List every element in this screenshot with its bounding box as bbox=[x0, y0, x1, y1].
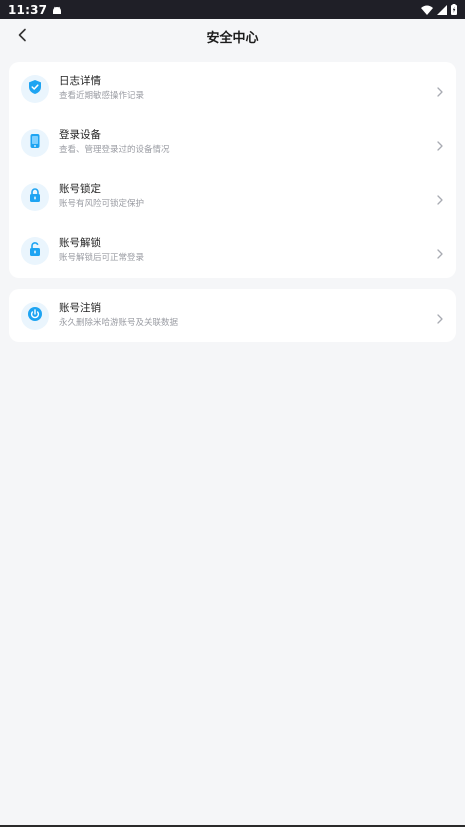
item-texts: 登录设备 查看、管理登录过的设备情况 bbox=[59, 128, 170, 156]
item-title: 账号解锁 bbox=[59, 237, 101, 249]
item-title: 日志详情 bbox=[59, 75, 101, 87]
item-texts: 账号注销 永久删除米哈游账号及关联数据 bbox=[59, 301, 178, 329]
menu-item-log-details[interactable]: 日志详情 查看近期敏感操作记录 bbox=[9, 62, 456, 116]
page-title: 安全中心 bbox=[206, 30, 259, 46]
shield-check-icon bbox=[27, 79, 43, 99]
menu-item-login-devices[interactable]: 登录设备 查看、管理登录过的设备情况 bbox=[9, 116, 456, 170]
status-time: 11:37 bbox=[8, 2, 48, 17]
item-title: 登录设备 bbox=[59, 129, 101, 141]
chevron-left-icon bbox=[17, 27, 27, 46]
status-right bbox=[421, 0, 457, 19]
item-subtitle: 永久删除米哈游账号及关联数据 bbox=[59, 318, 179, 328]
icon-wrap bbox=[21, 129, 49, 157]
item-subtitle: 查看近期敏感操作记录 bbox=[59, 91, 145, 101]
item-title: 账号注销 bbox=[59, 302, 101, 314]
status-bar: 11:37 bbox=[0, 0, 465, 19]
menu-item-account-unlock[interactable]: 账号解锁 账号解锁后可正常登录 bbox=[9, 224, 456, 278]
android-notification-icon bbox=[52, 0, 62, 19]
item-subtitle: 账号有风险可锁定保护 bbox=[59, 199, 145, 209]
item-texts: 账号锁定 账号有风险可锁定保护 bbox=[59, 182, 144, 210]
chevron-right-icon bbox=[436, 310, 444, 324]
chevron-right-icon bbox=[436, 191, 444, 205]
chevron-right-icon bbox=[436, 137, 444, 151]
signal-icon bbox=[437, 0, 447, 19]
menu-item-account-deletion[interactable]: 账号注销 永久删除米哈游账号及关联数据 bbox=[9, 289, 456, 342]
wifi-icon bbox=[421, 0, 433, 19]
item-texts: 账号解锁 账号解锁后可正常登录 bbox=[59, 236, 144, 264]
menu-item-account-lock[interactable]: 账号锁定 账号有风险可锁定保护 bbox=[9, 170, 456, 224]
unlock-icon bbox=[27, 241, 43, 261]
lock-icon bbox=[27, 187, 43, 207]
chevron-right-icon bbox=[436, 83, 444, 97]
item-subtitle: 查看、管理登录过的设备情况 bbox=[59, 145, 170, 155]
security-card: 日志详情 查看近期敏感操作记录 登录设备 查看、管理登录过的设备情况 账号锁定 … bbox=[9, 62, 456, 278]
power-icon bbox=[27, 306, 43, 326]
item-title: 账号锁定 bbox=[59, 183, 101, 195]
icon-wrap bbox=[21, 302, 49, 330]
icon-wrap bbox=[21, 237, 49, 265]
status-left: 11:37 bbox=[8, 0, 62, 19]
phone-device-icon bbox=[27, 133, 43, 153]
icon-wrap bbox=[21, 75, 49, 103]
battery-icon bbox=[451, 0, 457, 19]
item-subtitle: 账号解锁后可正常登录 bbox=[59, 253, 145, 263]
account-card: 账号注销 永久删除米哈游账号及关联数据 bbox=[9, 289, 456, 342]
icon-wrap bbox=[21, 183, 49, 211]
item-texts: 日志详情 查看近期敏感操作记录 bbox=[59, 74, 144, 102]
chevron-right-icon bbox=[436, 245, 444, 259]
header: 安全中心 bbox=[0, 19, 465, 53]
back-button[interactable] bbox=[10, 24, 34, 48]
